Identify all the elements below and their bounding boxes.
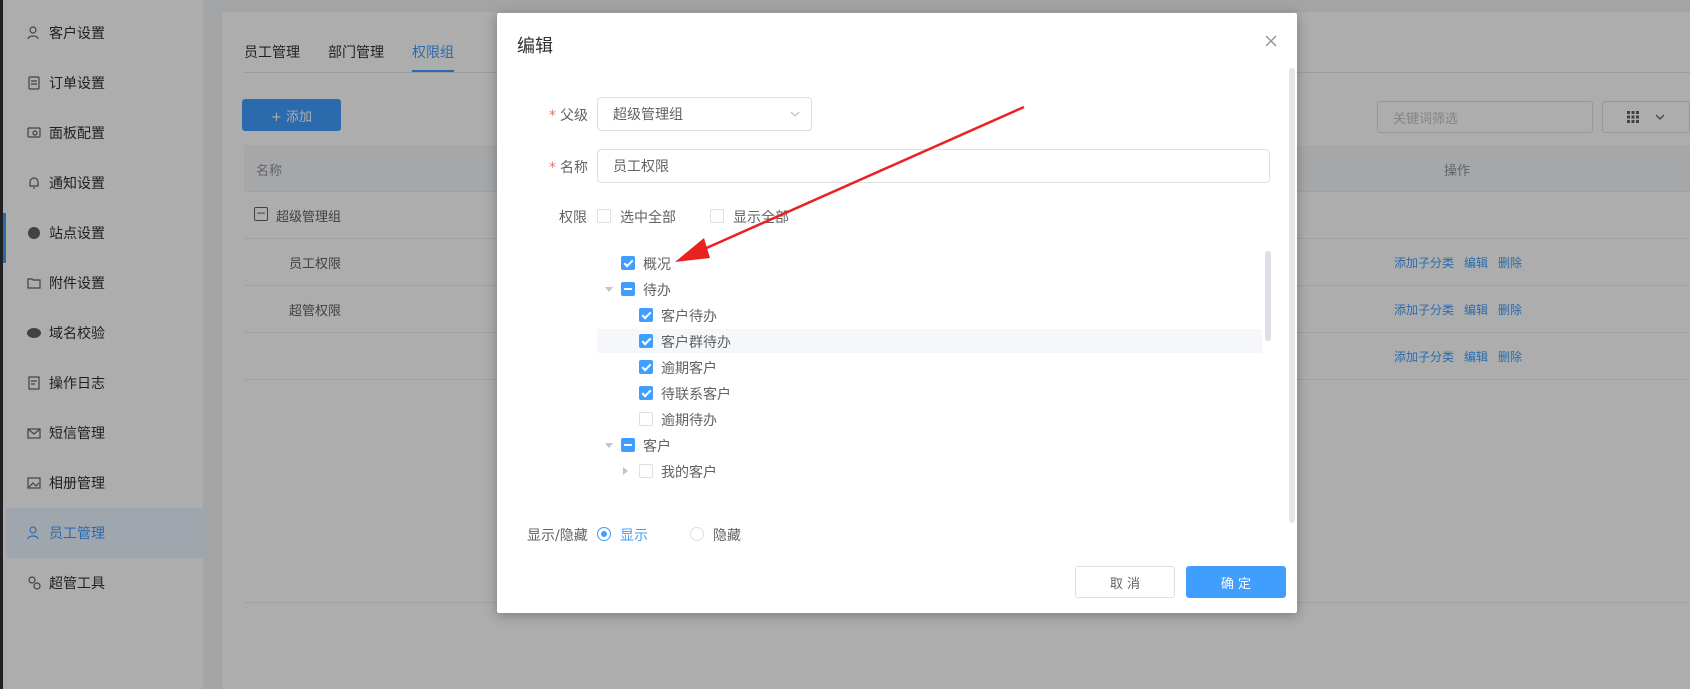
- tree-checkbox[interactable]: [639, 360, 653, 374]
- show-all-label[interactable]: 显示全部: [733, 207, 789, 227]
- tree-node-label: 待办: [643, 283, 671, 299]
- tree-scrollbar[interactable]: [1265, 251, 1271, 341]
- radio-hide[interactable]: [690, 527, 704, 541]
- select-all-checkbox[interactable]: [597, 209, 611, 223]
- tree-node[interactable]: 待办: [597, 277, 1262, 301]
- tree-node-label: 待联系客户: [661, 387, 731, 403]
- required-mark: *: [549, 108, 556, 124]
- radio-hide-label[interactable]: 隐藏: [713, 525, 741, 545]
- visibility-label: 显示/隐藏: [527, 528, 588, 544]
- permission-label: 权限: [559, 210, 587, 226]
- cancel-button[interactable]: 取 消: [1075, 566, 1175, 598]
- tree-node-label: 客户群待办: [661, 335, 731, 351]
- tree-node-label: 我的客户: [661, 465, 717, 481]
- permission-tree: 概况待办客户待办客户群待办逾期客户待联系客户逾期待办客户我的客户: [597, 251, 1262, 491]
- show-all-checkbox[interactable]: [710, 209, 724, 223]
- radio-show-label[interactable]: 显示: [620, 525, 648, 545]
- tree-checkbox[interactable]: [639, 308, 653, 322]
- tree-checkbox[interactable]: [621, 256, 635, 270]
- tree-node[interactable]: 待联系客户: [597, 381, 1262, 405]
- tree-node-label: 客户: [643, 439, 671, 455]
- caret-right-icon[interactable]: [623, 467, 628, 475]
- tree-checkbox[interactable]: [621, 438, 635, 452]
- tree-checkbox[interactable]: [639, 334, 653, 348]
- parent-label: * 父级: [549, 105, 588, 125]
- caret-down-icon[interactable]: [605, 443, 613, 448]
- tree-node[interactable]: 逾期待办: [597, 407, 1262, 431]
- caret-down-icon[interactable]: [605, 287, 613, 292]
- tree-checkbox[interactable]: [639, 386, 653, 400]
- tree-node[interactable]: 客户待办: [597, 303, 1262, 327]
- tree-node[interactable]: 逾期客户: [597, 355, 1262, 379]
- tree-checkbox[interactable]: [621, 282, 635, 296]
- tree-node[interactable]: 概况: [597, 251, 1262, 275]
- name-label: * 名称: [549, 157, 588, 177]
- tree-node-label: 概况: [643, 257, 671, 273]
- dialog-scrollbar[interactable]: [1289, 68, 1295, 523]
- name-field[interactable]: 员工权限: [597, 149, 1270, 183]
- tree-node[interactable]: 我的客户: [597, 459, 1262, 483]
- radio-show[interactable]: [597, 527, 611, 541]
- parent-select-value: 超级管理组: [613, 107, 683, 123]
- dialog-title: 编辑: [517, 36, 553, 57]
- tree-node-label: 逾期客户: [661, 361, 717, 377]
- tree-checkbox[interactable]: [639, 412, 653, 426]
- tree-node[interactable]: 客户: [597, 433, 1262, 457]
- tree-node[interactable]: 客户群待办: [597, 329, 1262, 353]
- tree-checkbox[interactable]: [639, 464, 653, 478]
- parent-select[interactable]: 超级管理组: [597, 97, 812, 131]
- confirm-button[interactable]: 确 定: [1186, 566, 1286, 598]
- tree-node-label: 逾期待办: [661, 413, 717, 429]
- required-mark: *: [549, 160, 556, 176]
- name-label-text: 名称: [560, 160, 588, 176]
- tree-node-label: 客户待办: [661, 309, 717, 325]
- close-icon[interactable]: [1263, 33, 1279, 49]
- select-all-label[interactable]: 选中全部: [620, 207, 676, 227]
- edit-dialog: 编辑 * 父级 超级管理组 * 名称 员工权限 权限 选中全部 显示全部 概况 待办客…: [497, 13, 1297, 613]
- parent-label-text: 父级: [560, 108, 588, 124]
- chevron-down-icon: [790, 111, 800, 117]
